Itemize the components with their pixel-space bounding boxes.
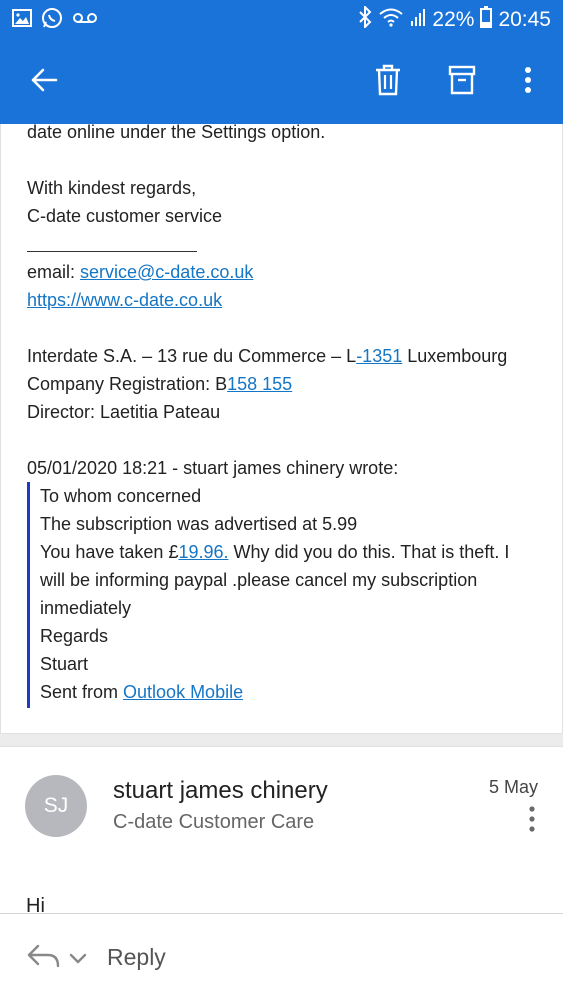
body-email-line: email: service@c-date.co.uk — [27, 262, 253, 283]
back-arrow-icon — [30, 67, 58, 98]
quote-sent-from: Sent from Outlook Mobile — [40, 682, 243, 703]
quote-line-5: inmediately — [40, 598, 132, 618]
body-registration-line: Company Registration: B158 155 — [27, 374, 292, 395]
bluetooth-icon — [358, 4, 372, 34]
outlook-mobile-link[interactable]: Outlook Mobile — [123, 682, 243, 702]
reply-bar: Reply — [0, 913, 563, 1000]
wifi-icon — [378, 7, 404, 33]
quote-line-3-prefix: You have taken £ — [40, 542, 179, 562]
body-signature: C-date customer service — [27, 206, 223, 226]
message-body: date online under the Settings option. W… — [0, 122, 563, 734]
email-link[interactable]: service@c-date.co.uk — [80, 262, 253, 282]
battery-percent: 22% — [432, 8, 475, 31]
address-prefix: Interdate S.A. – 13 rue du Commerce – L — [27, 346, 357, 366]
quote-line-7: Stuart — [40, 654, 89, 674]
registration-link[interactable]: 158 155 — [227, 374, 292, 394]
website-link[interactable]: https://www.c-date.co.uk — [27, 290, 222, 310]
chevron-down-icon[interactable] — [66, 944, 90, 972]
message-date: 5 May — [488, 777, 538, 797]
status-bar: 22% 20:45 — [0, 0, 563, 40]
app-bar — [0, 40, 563, 124]
quote-line-6: Regards — [40, 626, 109, 646]
more-vert-icon — [524, 66, 532, 99]
back-button[interactable] — [18, 40, 70, 124]
quote-line-3: You have taken £19.96. Why did you do th… — [40, 542, 509, 563]
body-website-line: https://www.c-date.co.uk — [27, 290, 222, 311]
reply-arrow-icon[interactable] — [26, 942, 62, 972]
postcode-link[interactable]: -1351 — [356, 346, 402, 366]
trash-icon — [374, 64, 402, 101]
signature-divider — [27, 251, 197, 252]
amount-link[interactable]: 19.96. — [178, 542, 228, 562]
quoted-message: To whom concerned The subscription was a… — [27, 482, 547, 708]
more-vert-icon — [529, 805, 535, 837]
sender-name: stuart james chinery — [113, 777, 328, 804]
quote-line-2: The subscription was advertised at 5.99 — [40, 514, 358, 534]
archive-button[interactable] — [436, 40, 488, 124]
quote-line-4: will be informing paypal .please cancel … — [40, 570, 478, 590]
quote-line-1: To whom concerned — [40, 486, 202, 506]
clock: 20:45 — [498, 8, 551, 31]
email-prefix: email: — [27, 262, 81, 282]
reply-button[interactable]: Reply — [107, 944, 166, 971]
message-card-2[interactable]: SJ stuart james chinery C-date Customer … — [0, 746, 563, 917]
archive-icon — [448, 65, 476, 100]
battery-icon — [480, 6, 493, 34]
registration-prefix: Company Registration: B — [27, 374, 228, 394]
quote-header: 05/01/2020 18:21 - stuart james chinery … — [27, 458, 399, 478]
sent-from-prefix: Sent from — [40, 682, 124, 702]
body-address-line: Interdate S.A. – 13 rue du Commerce – L-… — [27, 346, 507, 367]
recipient-name: C-date Customer Care — [113, 811, 315, 833]
body-line-settings: date online under the Settings option. — [27, 122, 326, 142]
quote-line-3-suffix: Why did you do this. That is theft. I — [228, 542, 510, 562]
voicemail-icon — [72, 11, 98, 30]
avatar[interactable]: SJ — [25, 775, 87, 837]
whatsapp-icon — [41, 7, 63, 34]
message-more-button[interactable] — [520, 805, 544, 837]
more-options-button[interactable] — [506, 40, 550, 124]
signal-icon — [410, 7, 426, 33]
delete-button[interactable] — [362, 40, 414, 124]
address-suffix: Luxembourg — [402, 346, 508, 366]
image-icon — [12, 8, 32, 32]
body-director-line: Director: Laetitia Pateau — [27, 402, 221, 422]
body-regards: With kindest regards, — [27, 178, 197, 198]
